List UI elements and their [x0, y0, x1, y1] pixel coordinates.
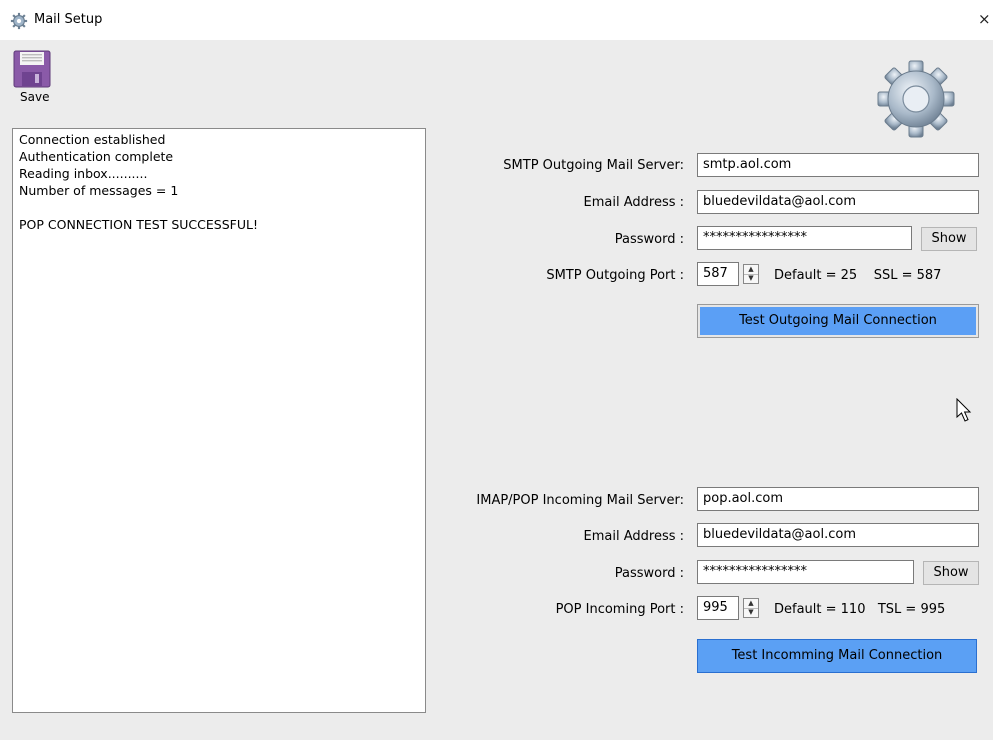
- log-line: Reading inbox..........: [19, 166, 148, 181]
- test-outgoing-button[interactable]: Test Outgoing Mail Connection: [697, 304, 979, 338]
- smtp-port-input[interactable]: 587: [697, 262, 739, 286]
- save-label: Save: [20, 90, 50, 104]
- save-button[interactable]: Save: [10, 50, 58, 108]
- smtp-port-label: SMTP Outgoing Port :: [546, 268, 684, 283]
- window-title: Mail Setup: [34, 12, 103, 27]
- smtp-port-spin-buttons: ▲ ▼: [743, 264, 759, 284]
- incoming-email-label: Email Address :: [583, 529, 684, 544]
- spin-down-icon[interactable]: ▼: [744, 608, 758, 617]
- outgoing-password-label: Password :: [614, 232, 684, 247]
- gear-icon: [10, 12, 28, 30]
- log-line: Number of messages = 1: [19, 183, 179, 198]
- floppy-disk-icon: [13, 50, 51, 88]
- outgoing-show-password-button[interactable]: Show: [921, 227, 977, 251]
- connection-log[interactable]: Connection established Authentication co…: [12, 128, 426, 713]
- settings-gear-icon: [877, 60, 955, 138]
- log-line: POP CONNECTION TEST SUCCESSFUL!: [19, 217, 258, 232]
- smtp-server-label: SMTP Outgoing Mail Server:: [503, 158, 684, 173]
- outgoing-password-input[interactable]: ****************: [697, 226, 912, 250]
- incoming-show-password-button[interactable]: Show: [923, 561, 979, 585]
- smtp-server-input[interactable]: smtp.aol.com: [697, 153, 979, 177]
- outgoing-email-label: Email Address :: [583, 195, 684, 210]
- smtp-port-spinner: 587 ▲ ▼: [697, 262, 765, 286]
- outgoing-email-input[interactable]: bluedevildata@aol.com: [697, 190, 979, 214]
- pop-port-spin-buttons: ▲ ▼: [743, 598, 759, 618]
- pop-port-label: POP Incoming Port :: [555, 602, 684, 617]
- imap-server-label: IMAP/POP Incoming Mail Server:: [476, 493, 684, 508]
- pop-port-info: Default = 110 TSL = 995: [774, 602, 946, 617]
- imap-server-input[interactable]: pop.aol.com: [697, 487, 979, 511]
- pop-port-spinner: 995 ▲ ▼: [697, 596, 765, 620]
- incoming-password-label: Password :: [614, 566, 684, 581]
- spin-down-icon[interactable]: ▼: [744, 274, 758, 283]
- mouse-cursor-icon: [956, 398, 972, 422]
- incoming-email-input[interactable]: bluedevildata@aol.com: [697, 523, 979, 547]
- log-line: Connection established: [19, 132, 166, 147]
- title-bar: Mail Setup ×: [0, 0, 993, 40]
- smtp-port-info: Default = 25 SSL = 587: [774, 268, 942, 283]
- incoming-password-input[interactable]: ****************: [697, 560, 914, 584]
- pop-port-input[interactable]: 995: [697, 596, 739, 620]
- test-incoming-button[interactable]: Test Incomming Mail Connection: [697, 639, 977, 673]
- close-button[interactable]: ×: [978, 10, 991, 28]
- log-line: Authentication complete: [19, 149, 174, 164]
